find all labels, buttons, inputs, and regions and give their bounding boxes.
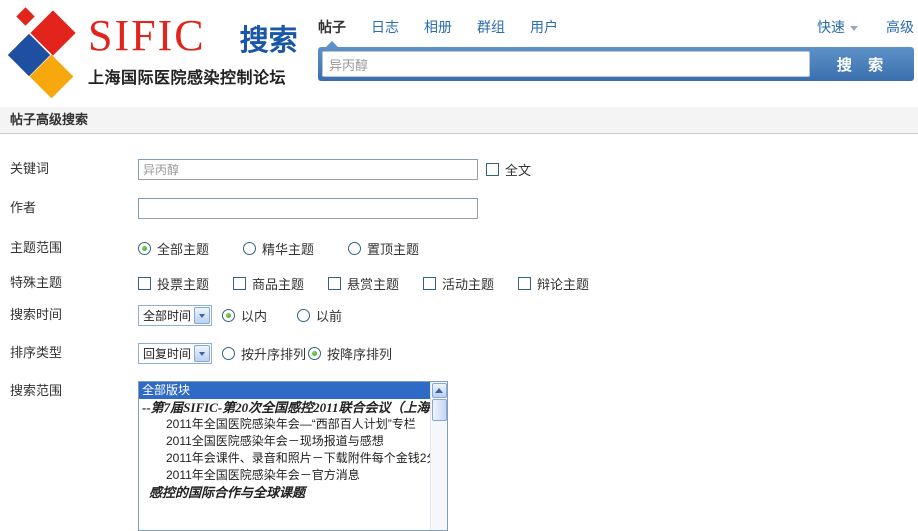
radio-selected-icon[interactable] <box>308 347 321 360</box>
checkbox-icon[interactable] <box>328 277 341 290</box>
search-time-label: 搜索时间 <box>0 305 138 325</box>
special-option-label: 悬赏主题 <box>347 274 399 293</box>
advanced-search-form: 关键词 全文 作者 主题范围 全部主题 精华主题 置顶主题 <box>0 134 918 482</box>
tab-groups[interactable]: 群组 <box>477 17 505 37</box>
logo[interactable]: SIFIC 搜索 上海国际医院感染控制论坛 <box>4 4 314 99</box>
tab-posts[interactable]: 帖子 <box>318 17 346 37</box>
scope-option-label: 置顶主题 <box>367 239 419 258</box>
special-option-label: 活动主题 <box>442 274 494 293</box>
time-option-before[interactable]: 以前 <box>297 306 342 325</box>
time-select-value: 全部时间 <box>139 307 194 324</box>
checkbox-icon[interactable] <box>518 277 531 290</box>
logo-search-word: 搜索 <box>240 18 298 64</box>
forum-listbox[interactable]: 全部版块 --第7届SIFIC-第20次全国感控2011联合会议（上海 2011… <box>138 381 448 531</box>
scope-option-label: 精华主题 <box>262 239 314 258</box>
time-option-label: 以前 <box>316 306 342 325</box>
tab-users[interactable]: 用户 <box>530 17 558 37</box>
author-input[interactable] <box>138 198 478 219</box>
listbox-option-forum[interactable]: 2011年会课件、录音和照片－下载附件每个金钱2分 <box>139 450 430 467</box>
special-option-label: 辩论主题 <box>537 274 589 293</box>
listbox-option-forum[interactable]: 2011年全国医院感染年会—“西部百人计划”专栏 <box>139 416 430 433</box>
search-button[interactable]: 搜 索 <box>810 54 910 75</box>
sific-diamond-logo-icon <box>4 4 86 99</box>
chevron-down-icon[interactable] <box>850 26 858 31</box>
sort-option-label: 按降序排列 <box>327 344 392 363</box>
search-bar: 搜 索 <box>318 47 914 81</box>
listbox-option-category[interactable]: 感控的国际合作与全球课题 <box>139 484 430 501</box>
sort-option-desc[interactable]: 按降序排列 <box>308 344 392 363</box>
checkbox-icon[interactable] <box>233 277 246 290</box>
special-option-reward[interactable]: 悬赏主题 <box>328 274 423 293</box>
listbox-option-category[interactable]: --第7届SIFIC-第20次全国感控2011联合会议（上海 <box>139 399 430 416</box>
time-select[interactable]: 全部时间 <box>138 305 212 326</box>
dropdown-arrow-icon[interactable] <box>194 345 210 362</box>
dropdown-arrow-icon[interactable] <box>194 307 210 324</box>
listbox-option-all-forums[interactable]: 全部版块 <box>139 382 447 399</box>
scope-option-all[interactable]: 全部主题 <box>138 239 243 258</box>
radio-icon[interactable] <box>222 347 235 360</box>
listbox-option-forum[interactable]: 2011全国医院感染年会－现场报道与感想 <box>139 433 430 450</box>
header-right: 帖子 日志 相册 群组 用户 快速 高级 搜 索 <box>318 14 914 81</box>
topic-scope-label: 主题范围 <box>0 238 138 258</box>
scrollbar-thumb[interactable] <box>432 399 447 421</box>
logo-diamond-red-small <box>16 7 34 25</box>
keyword-row: 关键词 全文 <box>0 159 918 180</box>
fulltext-checkbox[interactable] <box>486 163 499 176</box>
search-range-row: 搜索范围 全部版块 --第7届SIFIC-第20次全国感控2011联合会议（上海… <box>0 381 918 531</box>
author-label: 作者 <box>0 198 138 218</box>
radio-icon[interactable] <box>297 309 310 322</box>
sort-select-value: 回复时间 <box>139 345 194 362</box>
special-option-debate[interactable]: 辩论主题 <box>518 274 613 293</box>
sort-option-asc[interactable]: 按升序排列 <box>222 344 308 363</box>
logo-text: SIFIC 搜索 上海国际医院感染控制论坛 <box>88 10 318 88</box>
topic-scope-row: 主题范围 全部主题 精华主题 置顶主题 <box>0 238 918 258</box>
header: SIFIC 搜索 上海国际医院感染控制论坛 帖子 日志 相册 群组 用户 快速 … <box>0 0 918 107</box>
brand-name: SIFIC <box>88 10 206 62</box>
listbox-scrollbar[interactable] <box>430 382 447 530</box>
special-option-label: 商品主题 <box>252 274 304 293</box>
special-option-poll[interactable]: 投票主题 <box>138 274 233 293</box>
search-range-label: 搜索范围 <box>0 381 138 401</box>
checkbox-icon[interactable] <box>423 277 436 290</box>
fulltext-option[interactable]: 全文 <box>486 160 531 179</box>
special-option-activity[interactable]: 活动主题 <box>423 274 518 293</box>
scope-option-sticky[interactable]: 置顶主题 <box>348 239 453 258</box>
search-input[interactable] <box>322 51 810 77</box>
page-title: 帖子高级搜索 <box>0 107 918 134</box>
tab-blogs[interactable]: 日志 <box>371 17 399 37</box>
scope-option-digest[interactable]: 精华主题 <box>243 239 348 258</box>
search-time-row: 搜索时间 全部时间 以内 以前 <box>0 305 918 326</box>
time-option-label: 以内 <box>241 306 267 325</box>
sort-type-row: 排序类型 回复时间 按升序排列 按降序排列 <box>0 343 918 364</box>
keyword-input[interactable] <box>138 159 478 180</box>
radio-icon[interactable] <box>243 242 256 255</box>
keyword-label: 关键词 <box>0 159 138 179</box>
scope-option-label: 全部主题 <box>157 239 209 258</box>
radio-selected-icon[interactable] <box>222 309 235 322</box>
author-row: 作者 <box>0 198 918 219</box>
special-topic-label: 特殊主题 <box>0 273 138 293</box>
sort-select[interactable]: 回复时间 <box>138 343 212 364</box>
sort-type-label: 排序类型 <box>0 343 138 363</box>
quick-search-link[interactable]: 快速 <box>817 17 845 37</box>
special-option-label: 投票主题 <box>157 274 209 293</box>
fulltext-label: 全文 <box>505 160 531 179</box>
advanced-search-link[interactable]: 高级 <box>886 17 914 37</box>
time-option-within[interactable]: 以内 <box>222 306 297 325</box>
mode-links: 快速 高级 <box>817 17 914 37</box>
listbox-option-forum[interactable]: 2011年全国医院感染年会－官方消息 <box>139 467 430 484</box>
search-type-nav: 帖子 日志 相册 群组 用户 快速 高级 <box>318 14 914 40</box>
special-topic-row: 特殊主题 投票主题 商品主题 悬赏主题 活动主题 辩论主题 <box>0 273 918 293</box>
checkbox-icon[interactable] <box>138 277 151 290</box>
site-subtitle: 上海国际医院感染控制论坛 <box>88 64 318 88</box>
special-option-trade[interactable]: 商品主题 <box>233 274 328 293</box>
radio-selected-icon[interactable] <box>138 242 151 255</box>
radio-icon[interactable] <box>348 242 361 255</box>
scroll-up-icon[interactable] <box>432 383 447 398</box>
tab-albums[interactable]: 相册 <box>424 17 452 37</box>
sort-option-label: 按升序排列 <box>241 344 306 363</box>
